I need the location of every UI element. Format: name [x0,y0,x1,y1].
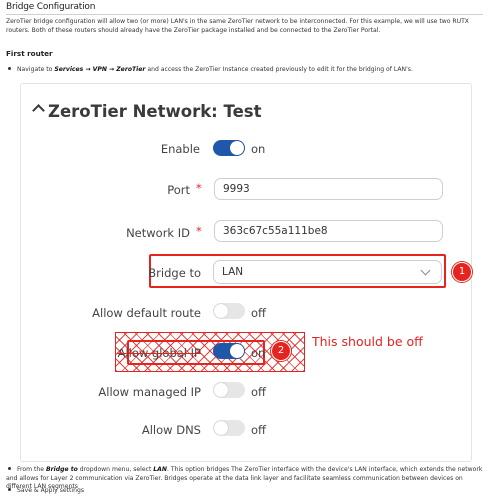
network-id-label: Network ID [0,226,190,240]
bridge-to-label: Bridge to [148,266,201,280]
step-1-path: Services → VPN → ZeroTier [54,66,146,73]
step-1-text-b: and access the ZeroTier Instance created… [145,66,413,73]
bullet-icon [8,67,11,70]
bridge-to-select[interactable]: LAN [213,260,442,284]
enable-state: on [251,142,266,156]
bullet-icon [8,488,11,491]
bullet-icon [8,467,11,470]
doc-intro: ZeroTier bridge configuration will allow… [6,18,469,34]
allow-default-route-toggle[interactable] [213,303,245,319]
allow-managed-ip-label: Allow managed IP [98,385,201,399]
step-2-text-c: dropdown menu, select [77,466,154,473]
allow-managed-ip-toggle[interactable] [213,382,245,398]
allow-default-route-state: off [251,306,266,320]
step-1-text-a: Navigate to [17,66,55,73]
chevron-down-icon [420,265,431,276]
port-label-text: Port [167,183,190,197]
allow-global-ip-label: Allow global IP [117,346,201,360]
doc-subheading: First router [6,49,53,58]
port-label: Port [0,183,190,197]
annotation-note: This should be off [312,334,423,349]
badge-1: 1 [452,262,472,282]
allow-global-ip-state: on [251,346,266,360]
step-3-text: Save & Apply settings [17,487,85,494]
step-2-lan: LAN [153,466,167,473]
toggle-knob [230,141,244,155]
doc-heading: Bridge Configuration [6,2,96,12]
enable-toggle[interactable] [213,140,245,156]
port-input[interactable] [214,178,443,200]
allow-dns-state: off [251,423,266,437]
allow-global-ip-toggle[interactable] [213,343,245,359]
heading-divider [6,14,483,15]
port-required-mark: * [196,181,202,195]
allow-managed-ip-state: off [251,385,266,399]
step-2-bridge-to: Bridge to [45,466,78,473]
badge-2: 2 [271,341,291,361]
step-1: Navigate to Services → VPN → ZeroTier an… [6,66,413,73]
toggle-knob [214,383,228,397]
allow-dns-label: Allow DNS [141,423,201,437]
panel-title: ZeroTier Network: Test [48,102,262,121]
toggle-knob [214,421,228,435]
network-id-input[interactable] [214,220,443,242]
bridge-to-value: LAN [222,266,244,278]
step-3: Save & Apply settings [6,487,484,496]
enable-label: Enable [160,142,200,156]
toggle-knob [214,304,228,318]
step-2-text-a: From the [17,466,46,473]
allow-dns-toggle[interactable] [213,420,245,436]
toggle-knob [230,344,244,358]
allow-default-route-label: Allow default route [92,306,201,320]
network-id-required-mark: * [196,224,202,238]
network-id-label-text: Network ID [126,226,190,240]
